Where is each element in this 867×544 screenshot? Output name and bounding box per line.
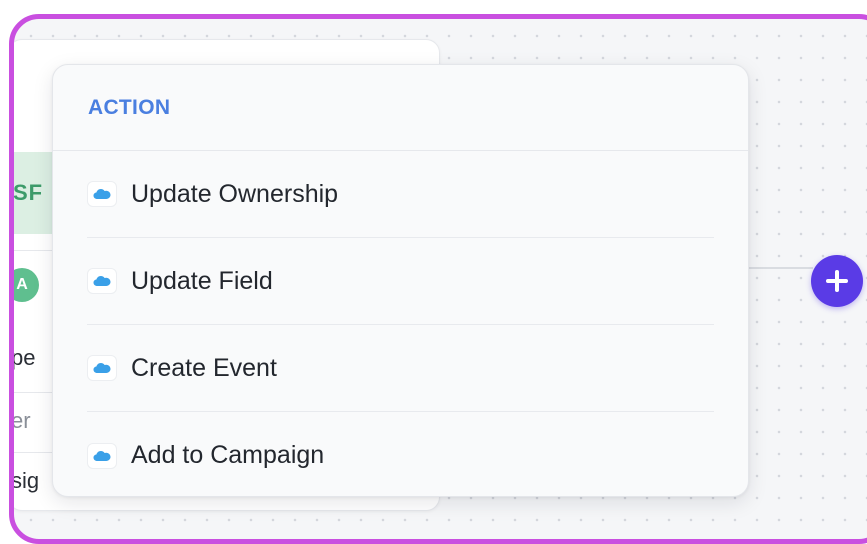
salesforce-cloud-icon — [87, 442, 117, 469]
menu-item-create-event[interactable]: Create Event — [87, 325, 714, 412]
menu-item-update-field[interactable]: Update Field — [87, 238, 714, 325]
screenshot-frame: SF A pe er sig ACTION Update Ownership U… — [0, 0, 867, 544]
section-title: ACTION — [88, 95, 171, 119]
node-row-text: er — [11, 408, 31, 433]
menu-item-label: Update Field — [131, 266, 273, 295]
action-list: Update Ownership Update Field Create Eve… — [53, 151, 748, 499]
add-step-button[interactable] — [811, 255, 863, 307]
menu-item-add-to-campaign[interactable]: Add to Campaign — [87, 412, 714, 499]
menu-item-label: Add to Campaign — [131, 441, 325, 469]
menu-item-label: Create Event — [131, 353, 277, 382]
salesforce-cloud-icon — [87, 181, 117, 207]
node-header-text: SF — [13, 180, 44, 205]
plus-icon — [826, 270, 848, 292]
avatar: A — [14, 268, 39, 302]
node-row-text: pe — [11, 345, 36, 370]
salesforce-cloud-icon — [87, 268, 117, 294]
section-header: ACTION — [53, 65, 748, 151]
node-row-text: sig — [11, 468, 40, 493]
connector-line — [749, 267, 813, 269]
workflow-canvas[interactable]: SF A pe er sig ACTION Update Ownership U… — [9, 14, 867, 544]
action-dropdown-menu: ACTION Update Ownership Update Field Cre… — [52, 64, 749, 497]
menu-item-label: Update Ownership — [131, 179, 339, 208]
salesforce-cloud-icon — [87, 355, 117, 381]
menu-item-update-ownership[interactable]: Update Ownership — [87, 151, 714, 238]
